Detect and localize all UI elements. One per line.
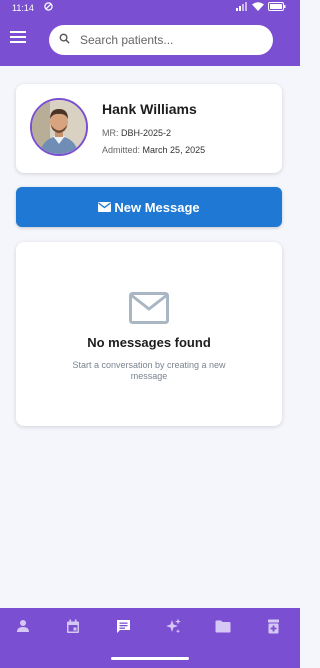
search-bar[interactable] [49, 25, 273, 55]
do-not-disturb-icon [44, 2, 53, 13]
chat-icon [116, 619, 130, 633]
mr-label: MR: [102, 128, 119, 138]
mail-icon [98, 200, 112, 215]
folder-icon [215, 620, 231, 632]
new-message-label: New Message [114, 199, 200, 215]
nav-item-calendar[interactable] [62, 615, 84, 637]
wifi-icon [252, 2, 264, 13]
medical-box-icon [267, 619, 279, 633]
status-time: 11:14 [12, 3, 34, 13]
nav-item-files[interactable] [212, 615, 234, 637]
home-indicator[interactable] [111, 657, 189, 660]
search-icon [59, 31, 70, 49]
admitted-label: Admitted: [102, 145, 141, 155]
mr-value: DBH-2025-2 [121, 128, 172, 138]
patient-card: Hank Williams MR: DBH-2025-2 Admitted: M… [16, 84, 282, 173]
calendar-icon [67, 619, 79, 633]
battery-icon [268, 2, 286, 13]
messages-panel: No messages found Start a conversation b… [16, 242, 282, 426]
new-message-button[interactable]: New Message [16, 187, 282, 227]
admitted-value: March 25, 2025 [142, 145, 206, 155]
empty-mail-icon [129, 292, 169, 329]
person-icon [17, 620, 29, 632]
status-bar: 11:14 [0, 0, 300, 16]
signal-icon [236, 2, 248, 13]
nav-item-messages[interactable] [112, 615, 134, 637]
nav-item-records[interactable] [262, 615, 284, 637]
sparkle-icon [165, 618, 181, 633]
empty-state-title: No messages found [87, 335, 211, 350]
nav-item-ai[interactable] [162, 615, 184, 637]
patient-name: Hank Williams [102, 101, 197, 117]
patient-mr: MR: DBH-2025-2 [102, 128, 171, 138]
patient-admitted: Admitted: March 25, 2025 [102, 145, 205, 155]
nav-item-profile[interactable] [12, 615, 34, 637]
menu-button[interactable] [10, 30, 30, 48]
hamburger-menu-icon [10, 31, 26, 43]
empty-state-subtitle: Start a conversation by creating a new m… [72, 360, 226, 381]
patient-avatar [30, 98, 88, 156]
search-input[interactable] [78, 32, 252, 48]
top-app-bar: 11:14 [0, 0, 300, 66]
